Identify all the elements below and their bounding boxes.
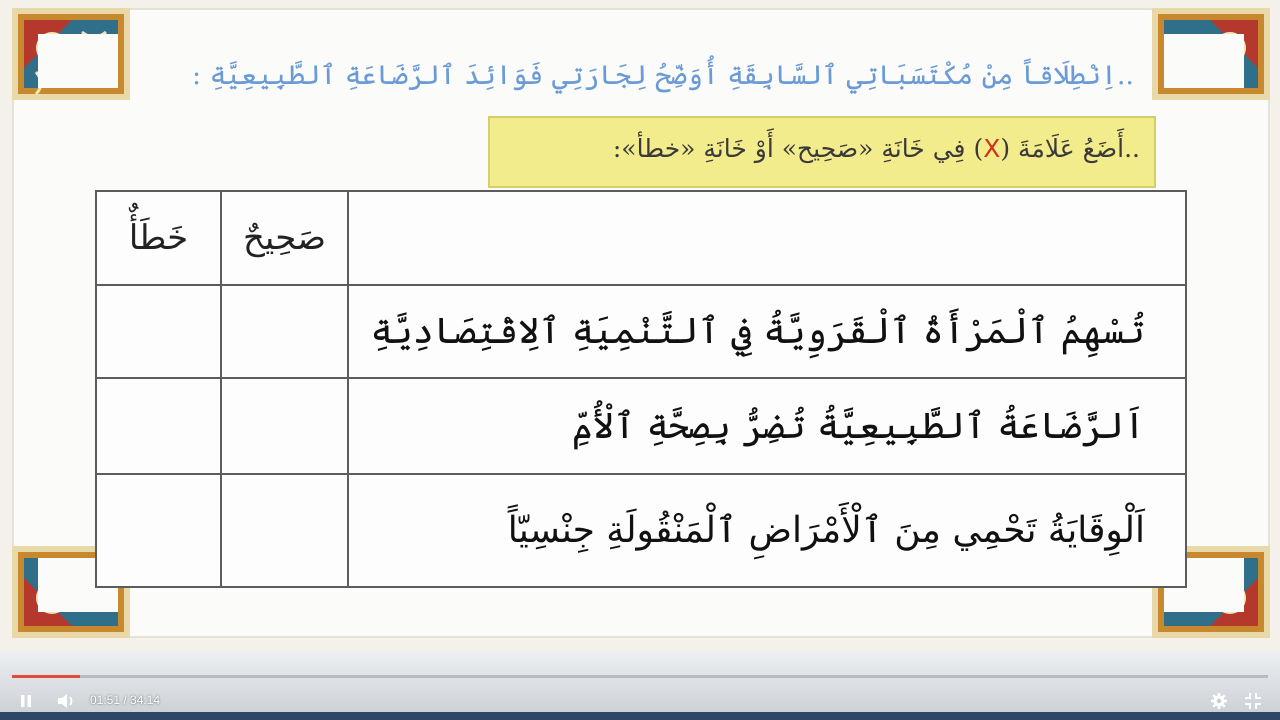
instruction-box: ..أَضَعُ عَلَامَةَ (X) فِي خَانَةِ «صَحِ… — [488, 116, 1156, 188]
statement-text: تُسْهِمُ ٱلْمَرْأَةُ ٱلْقَرَوِيَّةُ فِي … — [347, 284, 1187, 379]
pause-icon — [21, 695, 31, 707]
table-row: اَلرَّضَاعَةُ ٱلطَّبِيعِيَّةُ تُضِرُّ بِ… — [95, 376, 1187, 476]
intro-text: ..اِنْطِلَاقاً مِنْ مُكْتَسَبَاتِي ٱلسَّ… — [192, 60, 1134, 91]
correct-cell[interactable] — [220, 473, 349, 588]
correct-cell[interactable] — [220, 376, 349, 476]
correct-cell[interactable] — [220, 284, 349, 379]
statement-text: اَلْوِقَايَةُ تَحْمِي مِنَ ٱلْأَمْرَاضِ … — [347, 473, 1187, 588]
statement-text: اَلرَّضَاعَةُ ٱلطَّبِيعِيَّةُ تُضِرُّ بِ… — [347, 376, 1187, 476]
progress-bar[interactable] — [12, 675, 1268, 678]
video-player-controls: 01:51 / 34:14 — [0, 650, 1280, 720]
volume-icon — [58, 694, 73, 708]
progress-fill — [12, 675, 80, 678]
header-correct: صَحِيحٌ — [220, 189, 349, 287]
instruction-text: ..أَضَعُ عَلَامَةَ (X) فِي خَانَةِ «صَحِ… — [613, 134, 1140, 163]
header-wrong: خَطَأٌ — [95, 189, 222, 287]
table-row: اَلْوِقَايَةُ تَحْمِي مِنَ ٱلْأَمْرَاضِ … — [95, 473, 1187, 588]
wrong-cell[interactable] — [95, 473, 222, 588]
fullscreen-icon — [1245, 693, 1261, 709]
fullscreen-button[interactable] — [1244, 690, 1262, 712]
true-false-table: خَطَأٌ صَحِيحٌ تُسْهِمُ ٱلْمَرْأَةُ ٱلْق… — [95, 189, 1187, 588]
pause-button[interactable] — [18, 690, 34, 712]
wrong-cell[interactable] — [95, 376, 222, 476]
volume-button[interactable] — [56, 690, 76, 712]
instruction-before: ..أَضَعُ عَلَامَةَ ( — [1000, 134, 1140, 163]
time-display: 01:51 / 34:14 — [90, 693, 161, 707]
table-row: تُسْهِمُ ٱلْمَرْأَةُ ٱلْقَرَوِيَّةُ فِي … — [95, 284, 1187, 379]
instruction-after: ) فِي خَانَةِ «صَحِيح» أَوْ خَانَةِ «خطأ… — [612, 134, 984, 163]
gear-icon — [1211, 693, 1227, 709]
ornament-corner-icon — [12, 8, 130, 100]
x-mark-label: X — [983, 134, 1001, 163]
ornament-corner-icon — [1152, 8, 1270, 100]
bottom-strip — [0, 712, 1280, 720]
video-frame[interactable]: ..اِنْطِلَاقاً مِنْ مُكْتَسَبَاتِي ٱلسَّ… — [0, 0, 1280, 650]
wrong-cell[interactable] — [95, 284, 222, 379]
settings-button[interactable] — [1210, 690, 1228, 712]
header-statement — [347, 189, 1187, 287]
table-header-row: خَطَأٌ صَحِيحٌ — [95, 189, 1187, 287]
